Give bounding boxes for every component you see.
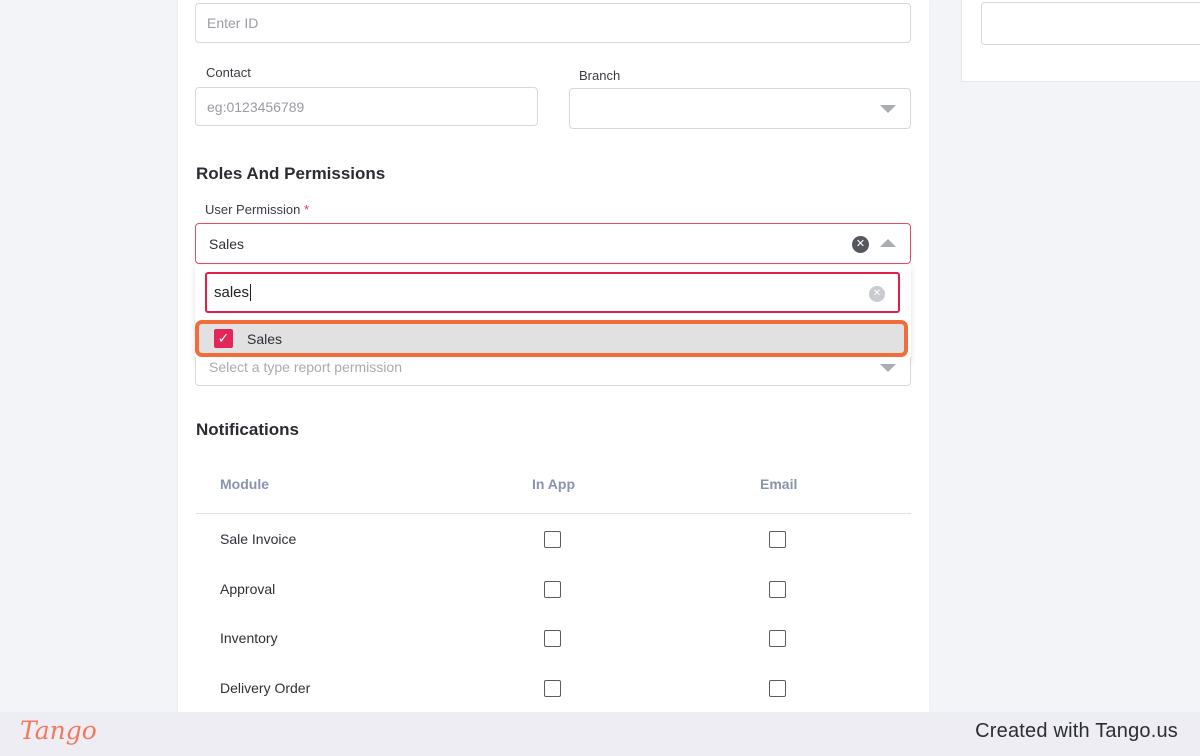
id-placeholder: Enter ID — [207, 15, 259, 31]
option-label: Sales — [247, 330, 283, 347]
user-permission-select[interactable]: Sales — [195, 223, 911, 264]
table-row-label: Inventory — [220, 630, 278, 646]
email-checkbox[interactable] — [769, 630, 786, 647]
id-input[interactable]: Enter ID — [195, 3, 911, 43]
contact-placeholder: eg:0123456789 — [207, 98, 305, 115]
in-app-checkbox[interactable] — [544, 581, 561, 598]
report-chevron-down-icon[interactable] — [880, 364, 896, 372]
branch-select[interactable] — [569, 88, 911, 129]
clear-icon[interactable]: ✕ — [852, 236, 869, 253]
text-cursor — [250, 284, 252, 301]
footer-credit: Created with Tango.us — [975, 720, 1178, 742]
chevron-down-icon[interactable] — [880, 105, 896, 113]
table-row-label: Sale Invoice — [220, 531, 297, 547]
column-header-email: Email — [760, 476, 798, 492]
contact-input[interactable]: eg:0123456789 — [195, 87, 538, 126]
table-divider — [196, 513, 911, 514]
user-permission-value: Sales — [209, 235, 245, 252]
required-mark: * — [303, 202, 310, 217]
check-icon[interactable]: ✓ — [214, 329, 233, 348]
side-card — [961, 0, 1200, 82]
branch-label: Branch — [579, 68, 621, 83]
user-permission-label: User Permission * — [205, 202, 309, 217]
column-header-in-app: In App — [532, 476, 576, 492]
in-app-checkbox[interactable] — [544, 531, 561, 548]
report-placeholder: Select a type report permission — [209, 359, 402, 375]
in-app-checkbox[interactable] — [544, 680, 561, 697]
dropdown-search-input[interactable]: sales — [205, 272, 900, 313]
email-checkbox[interactable] — [769, 680, 786, 697]
contact-label: Contact — [206, 65, 251, 80]
side-input[interactable] — [981, 2, 1200, 45]
search-clear-icon[interactable]: ✕ — [869, 286, 885, 302]
email-checkbox[interactable] — [769, 581, 786, 598]
notifications-heading: Notifications — [196, 420, 299, 439]
dropdown-option-sales[interactable]: ✓ Sales — [195, 320, 908, 357]
in-app-checkbox[interactable] — [544, 630, 561, 647]
column-header-module: Module — [220, 476, 269, 492]
email-checkbox[interactable] — [769, 531, 786, 548]
tango-logo: Tango — [20, 716, 97, 745]
roles-heading: Roles And Permissions — [196, 164, 386, 183]
report-permission-select[interactable]: Select a type report permission — [195, 357, 911, 386]
table-row-label: Approval — [220, 581, 276, 597]
search-value: sales — [214, 284, 250, 301]
user-permission-label-text: User Permission — [205, 202, 301, 217]
chevron-up-icon[interactable] — [880, 239, 896, 247]
table-row-label: Delivery Order — [220, 680, 311, 696]
